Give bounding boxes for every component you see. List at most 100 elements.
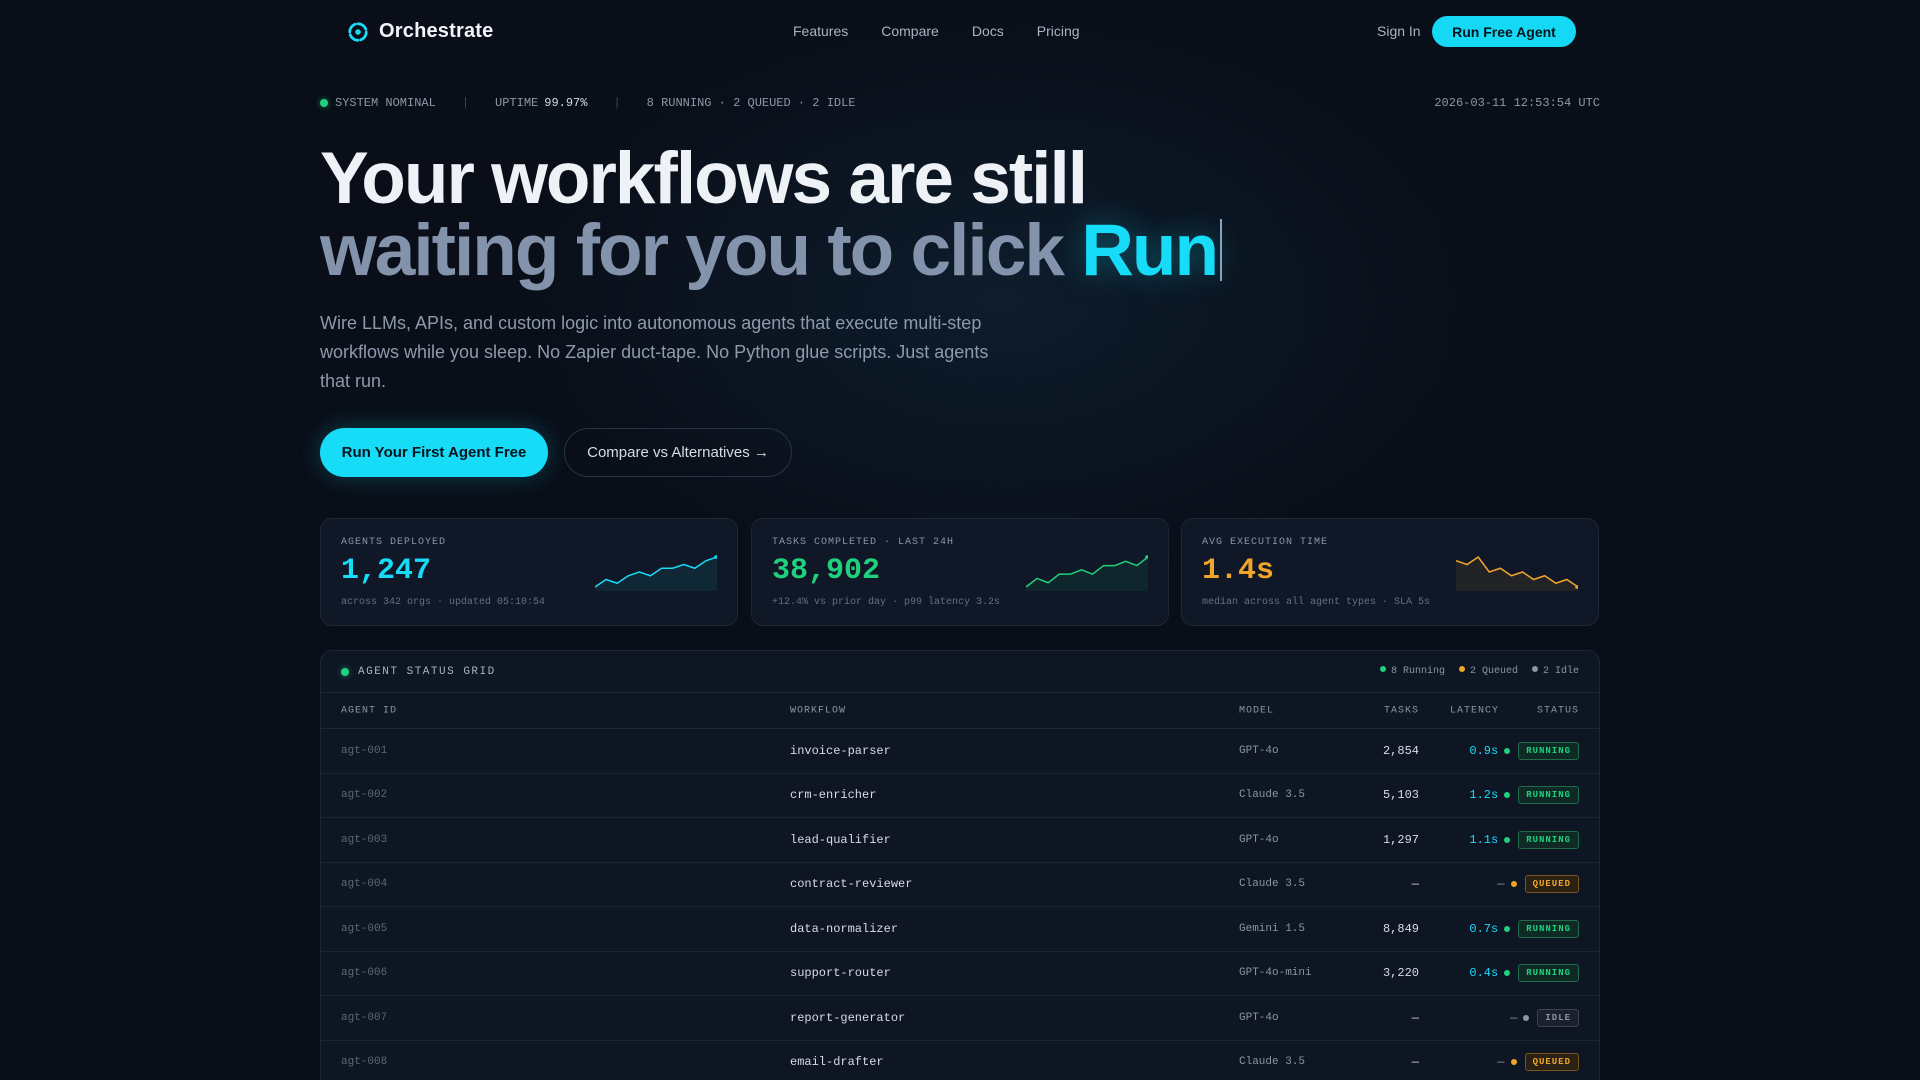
table-row[interactable]: agt-005 data-normalizer Gemini 1.5 8,849 0.7… — [321, 907, 1599, 952]
latency-value: 1.1s — [1469, 832, 1499, 847]
headline-accent: Run — [1081, 210, 1219, 291]
separator: | — [613, 96, 621, 110]
table-row[interactable]: agt-006 support-router GPT-4o-mini 3,220 0.4… — [321, 952, 1599, 996]
grid-legend: 8 Running 2 Queued 2 Idle — [1379, 666, 1579, 677]
status-dot — [1504, 747, 1511, 754]
column-header-agent-id[interactable]: AGENT ID — [341, 705, 397, 716]
compare-alternatives-button[interactable]: Compare vs Alternatives → — [564, 428, 792, 477]
legend-idle: 2 Idle — [1531, 666, 1579, 677]
table-row[interactable]: agt-007 report-generator GPT-4o — — IDLE — [321, 996, 1599, 1041]
agent-id: agt-005 — [341, 922, 388, 935]
timestamp: 2026-03-11 12:53:54 UTC — [1434, 96, 1600, 110]
typing-caret — [1220, 219, 1223, 281]
stat-label: TASKS COMPLETED · LAST 24H — [772, 537, 955, 548]
hero-headline: Your workflows are still waiting for you… — [320, 138, 1223, 287]
run-free-agent-button[interactable]: Run Free Agent — [1432, 16, 1576, 47]
nav-link-features[interactable]: Features — [793, 23, 848, 39]
workflow-name: lead-qualifier — [790, 832, 891, 847]
live-indicator-dot — [341, 668, 349, 676]
agent-id: agt-003 — [341, 833, 388, 846]
task-count: — — [1411, 1055, 1419, 1070]
table-row[interactable]: agt-002 crm-enricher Claude 3.5 5,103 1.2s RU… — [321, 774, 1599, 818]
table-row[interactable]: agt-004 contract-reviewer Claude 3.5 — — QUEU… — [321, 863, 1599, 907]
status-badge: QUEUED — [1524, 1053, 1579, 1072]
nav-links: Features Compare Docs Pricing — [793, 23, 1080, 39]
column-header-tasks[interactable]: TASKS — [1384, 705, 1419, 716]
stat-card-agents: AGENTS DEPLOYED 1,247 across 342 orgs · … — [320, 518, 738, 626]
agent-id: agt-008 — [341, 1056, 388, 1069]
headline-line-2-text: waiting for you to click — [320, 210, 1082, 291]
workflow-name: data-normalizer — [790, 921, 899, 936]
column-header-status[interactable]: STATUS — [1537, 705, 1579, 716]
status-dot — [1523, 1014, 1530, 1021]
model-name: GPT-4o — [1239, 744, 1279, 757]
task-count: 5,103 — [1382, 788, 1419, 803]
model-name: Gemini 1.5 — [1239, 922, 1306, 935]
model-name: Claude 3.5 — [1239, 878, 1306, 891]
status-dot — [1504, 970, 1511, 977]
status-badge: IDLE — [1537, 1008, 1579, 1027]
nav-link-docs[interactable]: Docs — [972, 23, 1004, 39]
status-badge: RUNNING — [1518, 964, 1579, 983]
status-badge: RUNNING — [1518, 919, 1579, 938]
workflow-name: support-router — [790, 966, 891, 981]
latency-value: 1.2s — [1469, 788, 1499, 803]
legend-running: 8 Running — [1379, 666, 1445, 677]
table-row[interactable]: agt-008 email-drafter Claude 3.5 — — QUEUED — [321, 1041, 1599, 1080]
stat-value: 38,902 — [772, 554, 881, 588]
column-header-model[interactable]: MODEL — [1239, 705, 1274, 716]
status-badge: RUNNING — [1518, 741, 1579, 760]
table-header-row: AGENT ID WORKFLOW MODEL TASKS LATENCY ST… — [321, 693, 1599, 729]
separator: | — [461, 96, 470, 110]
top-nav: Orchestrate Features Compare Docs Pricin… — [0, 0, 1920, 64]
task-count: 3,220 — [1382, 966, 1419, 981]
status-dot — [1510, 881, 1517, 888]
agent-id: agt-004 — [341, 878, 388, 891]
table-row[interactable]: agt-003 lead-qualifier GPT-4o 1,297 1.1s RUNN… — [321, 818, 1599, 863]
run-first-agent-button[interactable]: Run Your First Agent Free — [320, 428, 548, 477]
system-status-dot — [320, 99, 328, 107]
grid-title: AGENT STATUS GRID — [341, 666, 496, 678]
orchestrate-logo-icon — [348, 21, 368, 42]
legend-queued: 2 Queued — [1458, 666, 1518, 677]
workflow-name: email-drafter — [790, 1055, 884, 1070]
workflow-name: report-generator — [790, 1010, 906, 1025]
nav-link-pricing[interactable]: Pricing — [1037, 23, 1080, 39]
status-badge: RUNNING — [1518, 786, 1579, 805]
stat-card-tasks: TASKS COMPLETED · LAST 24H 38,902 +12.4%… — [751, 518, 1169, 626]
task-count: 2,854 — [1382, 743, 1419, 758]
status-dot — [1504, 925, 1511, 932]
grid-title-text: AGENT STATUS GRID — [358, 666, 496, 678]
stat-value: 1,247 — [341, 554, 432, 588]
legend-idle-label: 2 Idle — [1542, 666, 1579, 677]
sign-in-link[interactable]: Sign In — [1377, 23, 1421, 39]
headline-line-1: Your workflows are still — [320, 138, 1088, 219]
legend-queued-label: 2 Queued — [1469, 666, 1518, 677]
column-header-latency[interactable]: LATENCY — [1450, 705, 1499, 716]
table-body: agt-001 invoice-parser GPT-4o 2,854 0.9s RUNN… — [321, 729, 1599, 1080]
latency-value: 0.4s — [1469, 966, 1499, 981]
status-dot — [1504, 792, 1511, 799]
status-dot — [1510, 1059, 1517, 1066]
uptime-value: 99.97% — [544, 96, 588, 110]
latency-value: — — [1510, 1010, 1518, 1025]
task-count: 8,849 — [1382, 921, 1419, 936]
task-count: 1,297 — [1382, 832, 1419, 847]
agent-id: agt-002 — [341, 789, 388, 802]
sparkline-chart — [595, 555, 717, 591]
table-row[interactable]: agt-001 invoice-parser GPT-4o 2,854 0.9s RUNN… — [321, 729, 1599, 774]
nav-link-compare[interactable]: Compare — [881, 23, 939, 39]
brand-logo[interactable]: Orchestrate — [347, 20, 493, 43]
latency-value: — — [1497, 877, 1505, 892]
stat-label: AGENTS DEPLOYED — [341, 537, 447, 548]
column-header-workflow[interactable]: WORKFLOW — [790, 705, 846, 716]
model-name: GPT-4o-mini — [1239, 967, 1312, 980]
model-name: Claude 3.5 — [1239, 1056, 1306, 1069]
stat-card-exec-time: AVG EXECUTION TIME 1.4s median across al… — [1181, 518, 1599, 626]
stat-value: 1.4s — [1202, 554, 1275, 588]
uptime-label: UPTIME — [495, 96, 539, 110]
task-count: — — [1411, 1010, 1419, 1025]
workflow-name: crm-enricher — [790, 788, 877, 803]
status-badge: QUEUED — [1524, 875, 1579, 894]
stat-meta: +12.4% vs prior day · p99 latency 3.2s — [772, 597, 1001, 608]
